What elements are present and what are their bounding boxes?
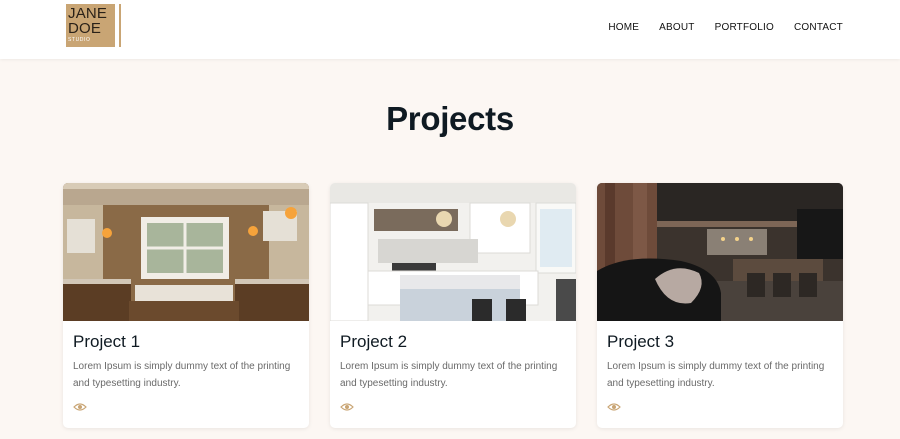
nav-portfolio[interactable]: PORTFOLIO	[715, 22, 774, 33]
nav-about[interactable]: ABOUT	[659, 22, 694, 33]
logo-line3: STUDIO	[68, 37, 91, 43]
nav-contact[interactable]: CONTACT	[794, 22, 843, 33]
project-2-description: Lorem Ipsum is simply dummy text of the …	[340, 361, 558, 389]
logo[interactable]: JANE DOE STUDIO	[66, 4, 122, 47]
project-3-title: Project 3	[607, 332, 675, 351]
eye-icon[interactable]	[73, 402, 87, 412]
project-3-image	[597, 183, 843, 321]
project-1-image	[63, 183, 309, 321]
nav-home[interactable]: HOME	[608, 22, 639, 33]
project-1-title: Project 1	[73, 332, 141, 351]
logo-line2: DOE	[68, 20, 102, 37]
project-3-description: Lorem Ipsum is simply dummy text of the …	[607, 361, 825, 389]
logo-line1: JANE	[68, 5, 108, 22]
project-card-1[interactable]: Project 1 Lorem Ipsum is simply dummy te…	[63, 183, 309, 428]
project-2-title: Project 2	[340, 332, 408, 351]
eye-icon[interactable]	[607, 402, 621, 412]
project-2-image	[330, 183, 576, 321]
project-1-description: Lorem Ipsum is simply dummy text of the …	[73, 361, 291, 389]
logo-divider	[119, 4, 121, 47]
main-nav: HOME ABOUT PORTFOLIO CONTACT	[608, 22, 843, 33]
eye-icon[interactable]	[340, 402, 354, 412]
project-card-2[interactable]: Project 2 Lorem Ipsum is simply dummy te…	[330, 183, 576, 428]
section-title: Projects	[386, 100, 514, 137]
project-card-3[interactable]: Project 3 Lorem Ipsum is simply dummy te…	[597, 183, 843, 428]
site-header: JANE DOE STUDIO HOME ABOUT PORTFOLIO CON…	[0, 0, 900, 59]
